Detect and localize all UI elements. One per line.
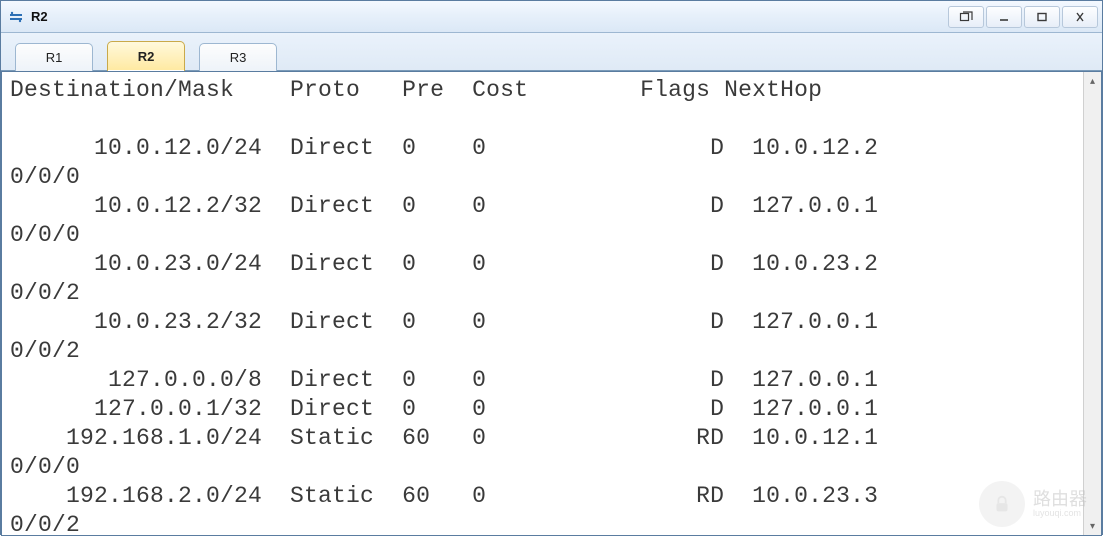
app-icon [7,8,25,26]
minimize-button[interactable] [986,6,1022,28]
vertical-scrollbar[interactable]: ▴ ▾ [1083,72,1101,535]
terminal-pane[interactable]: Destination/Mask Proto Pre Cost Flags Ne… [1,71,1102,536]
tab-r3[interactable]: R3 [199,43,277,71]
terminal-output: Destination/Mask Proto Pre Cost Flags Ne… [2,72,1101,536]
window-title: R2 [31,9,48,24]
tab-r2[interactable]: R2 [107,41,185,71]
scroll-down-icon[interactable]: ▾ [1084,517,1101,535]
maximize-button[interactable] [1024,6,1060,28]
title-bar: R2 [1,1,1102,33]
tab-strip: R1 R2 R3 [1,33,1102,71]
scroll-up-icon[interactable]: ▴ [1084,72,1101,90]
detach-button[interactable] [948,6,984,28]
close-button[interactable] [1062,6,1098,28]
tab-r1[interactable]: R1 [15,43,93,71]
